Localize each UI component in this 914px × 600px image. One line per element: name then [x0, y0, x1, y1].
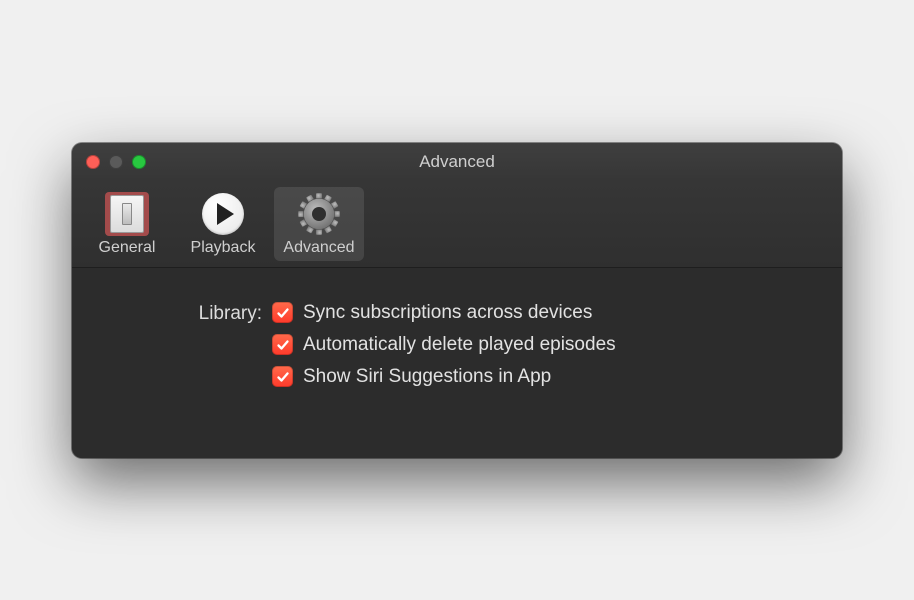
play-icon — [200, 191, 246, 237]
tab-general-label: General — [99, 239, 156, 257]
window-title: Advanced — [72, 152, 842, 172]
tab-playback[interactable]: Playback — [178, 187, 268, 261]
minimize-button[interactable] — [109, 155, 123, 169]
tab-advanced[interactable]: Advanced — [274, 187, 364, 261]
checkmark-icon — [276, 306, 290, 320]
option-sync-label: Sync subscriptions across devices — [303, 302, 592, 324]
option-siri-label: Show Siri Suggestions in App — [303, 366, 551, 388]
option-siri-suggestions[interactable]: Show Siri Suggestions in App — [272, 366, 616, 388]
preferences-toolbar: General Playback — [72, 181, 842, 268]
option-auto-delete[interactable]: Automatically delete played episodes — [272, 334, 616, 356]
checkbox-sync[interactable] — [272, 302, 293, 323]
titlebar[interactable]: Advanced — [72, 143, 842, 181]
gear-icon — [296, 191, 342, 237]
tab-playback-label: Playback — [191, 239, 256, 257]
traffic-lights — [86, 155, 146, 169]
checkbox-siri[interactable] — [272, 366, 293, 387]
checkmark-icon — [276, 338, 290, 352]
preferences-window: Advanced General Playback — [72, 143, 842, 458]
zoom-button[interactable] — [132, 155, 146, 169]
library-options: Sync subscriptions across devices Automa… — [272, 302, 616, 388]
checkmark-icon — [276, 370, 290, 384]
library-label: Library: — [102, 302, 272, 325]
tab-advanced-label: Advanced — [283, 239, 354, 257]
checkbox-auto-delete[interactable] — [272, 334, 293, 355]
light-switch-icon — [104, 191, 150, 237]
tab-general[interactable]: General — [82, 187, 172, 261]
option-delete-label: Automatically delete played episodes — [303, 334, 616, 356]
option-sync-subscriptions[interactable]: Sync subscriptions across devices — [272, 302, 616, 324]
close-button[interactable] — [86, 155, 100, 169]
content-area: Library: Sync subscriptions across devic… — [72, 268, 842, 458]
